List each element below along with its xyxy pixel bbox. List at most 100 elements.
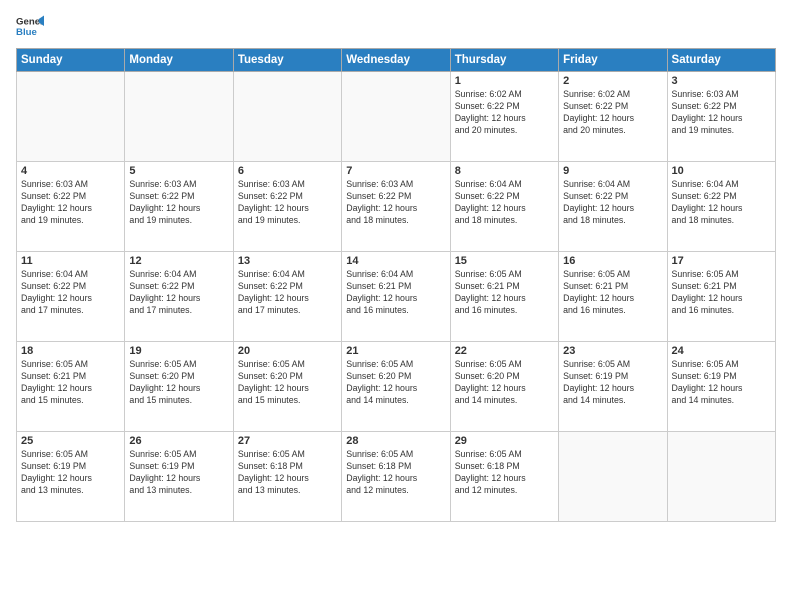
calendar-cell — [233, 72, 341, 162]
day-info: Sunrise: 6:05 AM Sunset: 6:20 PM Dayligh… — [238, 359, 337, 407]
day-info: Sunrise: 6:05 AM Sunset: 6:20 PM Dayligh… — [129, 359, 228, 407]
day-number: 17 — [672, 255, 771, 267]
day-number: 9 — [563, 165, 662, 177]
day-number: 14 — [346, 255, 445, 267]
day-info: Sunrise: 6:04 AM Sunset: 6:22 PM Dayligh… — [21, 269, 120, 317]
day-info: Sunrise: 6:05 AM Sunset: 6:21 PM Dayligh… — [21, 359, 120, 407]
calendar-cell: 25 Sunrise: 6:05 AM Sunset: 6:19 PM Dayli… — [17, 432, 125, 522]
calendar-cell — [559, 432, 667, 522]
day-number: 7 — [346, 165, 445, 177]
day-info: Sunrise: 6:05 AM Sunset: 6:21 PM Dayligh… — [455, 269, 554, 317]
day-number: 16 — [563, 255, 662, 267]
logo-icon: General Blue — [16, 12, 44, 40]
calendar-cell: 12 Sunrise: 6:04 AM Sunset: 6:22 PM Dayli… — [125, 252, 233, 342]
calendar-cell: 11 Sunrise: 6:04 AM Sunset: 6:22 PM Dayli… — [17, 252, 125, 342]
day-info: Sunrise: 6:05 AM Sunset: 6:19 PM Dayligh… — [129, 449, 228, 497]
day-number: 24 — [672, 345, 771, 357]
day-info: Sunrise: 6:03 AM Sunset: 6:22 PM Dayligh… — [129, 179, 228, 227]
day-info: Sunrise: 6:03 AM Sunset: 6:22 PM Dayligh… — [21, 179, 120, 227]
day-info: Sunrise: 6:04 AM Sunset: 6:22 PM Dayligh… — [563, 179, 662, 227]
logo: General Blue — [16, 12, 44, 40]
day-number: 10 — [672, 165, 771, 177]
day-number: 20 — [238, 345, 337, 357]
day-info: Sunrise: 6:05 AM Sunset: 6:20 PM Dayligh… — [346, 359, 445, 407]
day-info: Sunrise: 6:04 AM Sunset: 6:22 PM Dayligh… — [455, 179, 554, 227]
day-number: 6 — [238, 165, 337, 177]
day-number: 1 — [455, 75, 554, 87]
day-number: 8 — [455, 165, 554, 177]
calendar-cell: 9 Sunrise: 6:04 AM Sunset: 6:22 PM Daylig… — [559, 162, 667, 252]
calendar-table: SundayMondayTuesdayWednesdayThursdayFrid… — [16, 48, 776, 522]
day-number: 18 — [21, 345, 120, 357]
calendar-cell: 15 Sunrise: 6:05 AM Sunset: 6:21 PM Dayli… — [450, 252, 558, 342]
calendar-cell: 22 Sunrise: 6:05 AM Sunset: 6:20 PM Dayli… — [450, 342, 558, 432]
calendar-cell: 13 Sunrise: 6:04 AM Sunset: 6:22 PM Dayli… — [233, 252, 341, 342]
day-info: Sunrise: 6:05 AM Sunset: 6:18 PM Dayligh… — [455, 449, 554, 497]
calendar-cell: 17 Sunrise: 6:05 AM Sunset: 6:21 PM Dayli… — [667, 252, 775, 342]
day-header-sunday: Sunday — [17, 49, 125, 72]
calendar-cell — [17, 72, 125, 162]
day-info: Sunrise: 6:05 AM Sunset: 6:19 PM Dayligh… — [563, 359, 662, 407]
day-info: Sunrise: 6:04 AM Sunset: 6:22 PM Dayligh… — [238, 269, 337, 317]
day-number: 13 — [238, 255, 337, 267]
day-info: Sunrise: 6:03 AM Sunset: 6:22 PM Dayligh… — [672, 89, 771, 137]
calendar-cell: 28 Sunrise: 6:05 AM Sunset: 6:18 PM Dayli… — [342, 432, 450, 522]
page-header: General Blue — [16, 12, 776, 40]
day-number: 5 — [129, 165, 228, 177]
day-info: Sunrise: 6:04 AM Sunset: 6:22 PM Dayligh… — [672, 179, 771, 227]
calendar-cell: 19 Sunrise: 6:05 AM Sunset: 6:20 PM Dayli… — [125, 342, 233, 432]
day-info: Sunrise: 6:05 AM Sunset: 6:19 PM Dayligh… — [672, 359, 771, 407]
day-info: Sunrise: 6:05 AM Sunset: 6:21 PM Dayligh… — [563, 269, 662, 317]
calendar-cell — [125, 72, 233, 162]
day-info: Sunrise: 6:05 AM Sunset: 6:18 PM Dayligh… — [346, 449, 445, 497]
calendar-cell: 3 Sunrise: 6:03 AM Sunset: 6:22 PM Daylig… — [667, 72, 775, 162]
calendar-cell: 20 Sunrise: 6:05 AM Sunset: 6:20 PM Dayli… — [233, 342, 341, 432]
day-number: 27 — [238, 435, 337, 447]
day-info: Sunrise: 6:02 AM Sunset: 6:22 PM Dayligh… — [455, 89, 554, 137]
day-header-tuesday: Tuesday — [233, 49, 341, 72]
calendar-cell: 2 Sunrise: 6:02 AM Sunset: 6:22 PM Daylig… — [559, 72, 667, 162]
day-header-saturday: Saturday — [667, 49, 775, 72]
day-header-friday: Friday — [559, 49, 667, 72]
calendar-cell: 7 Sunrise: 6:03 AM Sunset: 6:22 PM Daylig… — [342, 162, 450, 252]
day-info: Sunrise: 6:03 AM Sunset: 6:22 PM Dayligh… — [346, 179, 445, 227]
day-header-monday: Monday — [125, 49, 233, 72]
day-info: Sunrise: 6:04 AM Sunset: 6:22 PM Dayligh… — [129, 269, 228, 317]
day-header-thursday: Thursday — [450, 49, 558, 72]
calendar-cell: 18 Sunrise: 6:05 AM Sunset: 6:21 PM Dayli… — [17, 342, 125, 432]
day-number: 4 — [21, 165, 120, 177]
day-info: Sunrise: 6:02 AM Sunset: 6:22 PM Dayligh… — [563, 89, 662, 137]
day-header-wednesday: Wednesday — [342, 49, 450, 72]
calendar-cell: 24 Sunrise: 6:05 AM Sunset: 6:19 PM Dayli… — [667, 342, 775, 432]
day-number: 2 — [563, 75, 662, 87]
calendar-cell — [667, 432, 775, 522]
calendar-cell: 26 Sunrise: 6:05 AM Sunset: 6:19 PM Dayli… — [125, 432, 233, 522]
calendar-cell: 1 Sunrise: 6:02 AM Sunset: 6:22 PM Daylig… — [450, 72, 558, 162]
calendar-cell: 8 Sunrise: 6:04 AM Sunset: 6:22 PM Daylig… — [450, 162, 558, 252]
day-number: 12 — [129, 255, 228, 267]
day-info: Sunrise: 6:05 AM Sunset: 6:18 PM Dayligh… — [238, 449, 337, 497]
calendar-cell: 16 Sunrise: 6:05 AM Sunset: 6:21 PM Dayli… — [559, 252, 667, 342]
calendar-cell: 5 Sunrise: 6:03 AM Sunset: 6:22 PM Daylig… — [125, 162, 233, 252]
day-number: 22 — [455, 345, 554, 357]
day-number: 15 — [455, 255, 554, 267]
day-info: Sunrise: 6:05 AM Sunset: 6:19 PM Dayligh… — [21, 449, 120, 497]
day-number: 3 — [672, 75, 771, 87]
calendar-cell — [342, 72, 450, 162]
day-info: Sunrise: 6:05 AM Sunset: 6:20 PM Dayligh… — [455, 359, 554, 407]
day-number: 11 — [21, 255, 120, 267]
day-number: 28 — [346, 435, 445, 447]
calendar-cell: 27 Sunrise: 6:05 AM Sunset: 6:18 PM Dayli… — [233, 432, 341, 522]
calendar-cell: 4 Sunrise: 6:03 AM Sunset: 6:22 PM Daylig… — [17, 162, 125, 252]
day-number: 29 — [455, 435, 554, 447]
calendar-cell: 14 Sunrise: 6:04 AM Sunset: 6:21 PM Dayli… — [342, 252, 450, 342]
svg-text:Blue: Blue — [16, 27, 37, 38]
calendar-cell: 23 Sunrise: 6:05 AM Sunset: 6:19 PM Dayli… — [559, 342, 667, 432]
day-number: 23 — [563, 345, 662, 357]
day-number: 25 — [21, 435, 120, 447]
day-info: Sunrise: 6:03 AM Sunset: 6:22 PM Dayligh… — [238, 179, 337, 227]
day-info: Sunrise: 6:04 AM Sunset: 6:21 PM Dayligh… — [346, 269, 445, 317]
day-info: Sunrise: 6:05 AM Sunset: 6:21 PM Dayligh… — [672, 269, 771, 317]
day-number: 19 — [129, 345, 228, 357]
day-number: 26 — [129, 435, 228, 447]
